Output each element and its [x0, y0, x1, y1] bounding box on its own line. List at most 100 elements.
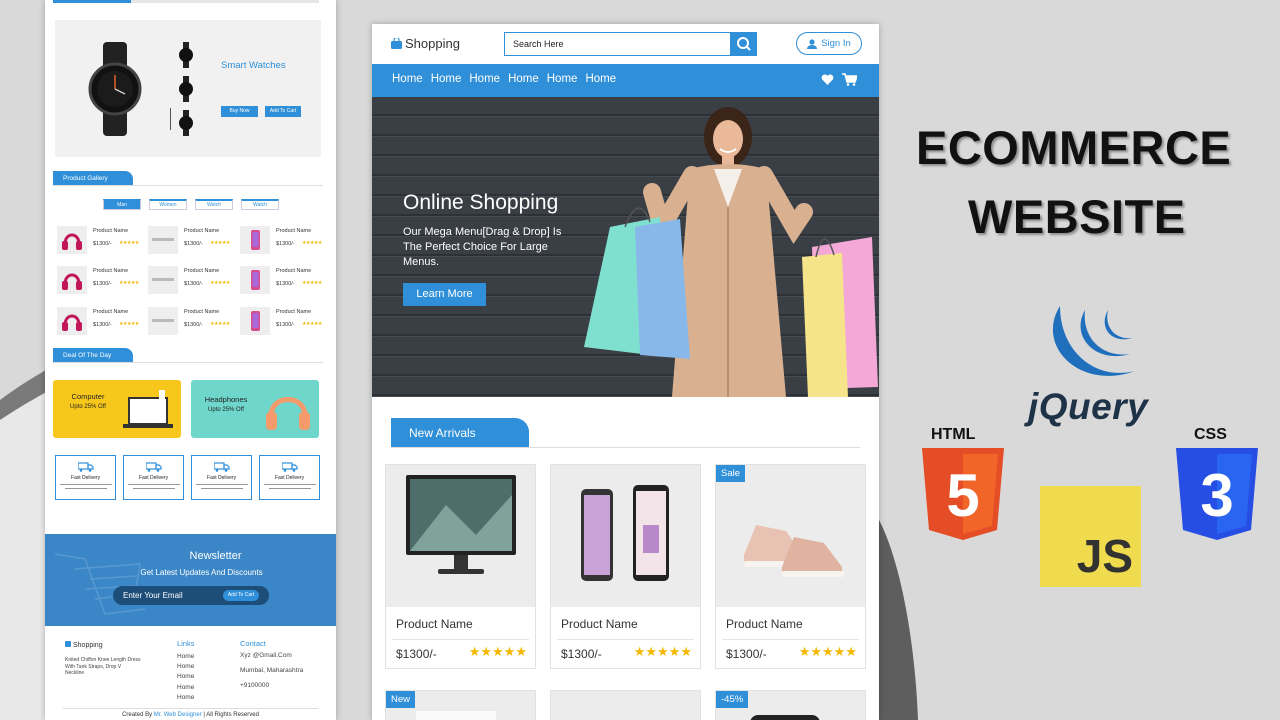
new-arrivals-tag: New Arrivals [391, 418, 529, 448]
product-card[interactable] [550, 690, 701, 720]
feature-box: Fast Delivery [191, 455, 252, 500]
headphones-icon [266, 397, 310, 430]
footer-link[interactable]: Home [177, 694, 194, 701]
product-name: Product Name [93, 228, 129, 234]
newsletter-section: Newsletter Get Latest Updates And Discou… [45, 534, 336, 626]
footer-contact-title: Contact [240, 639, 266, 648]
top-progress-line [53, 0, 319, 3]
truck-icon [214, 462, 230, 472]
tab-watch[interactable]: Watch [195, 199, 233, 210]
product-name: Product Name [276, 268, 312, 274]
deal-card-computer[interactable]: Computer Upto 25% Off [53, 380, 181, 438]
contact-email: Xyz @Gmail.Com [240, 652, 292, 659]
rating-stars: ★★★★★ [468, 645, 527, 660]
product-thumb [148, 307, 178, 335]
feature-description [264, 484, 316, 494]
nav-item-home[interactable]: Home [431, 73, 462, 85]
product-image [416, 711, 496, 720]
nav-item-home[interactable]: Home [469, 73, 500, 85]
rating-stars: ★★★★★ [119, 321, 139, 327]
css-label: CSS [1194, 426, 1227, 443]
footer-links-title: Links [177, 639, 195, 648]
product-price: $1300/- [276, 281, 295, 287]
product-image [551, 465, 700, 607]
hero-banner: Online Shopping Our Mega Menu[Drag & Dro… [372, 97, 879, 397]
nav-item-home[interactable]: Home [392, 73, 423, 85]
footer-description: Knited Chiffon Knee Length Dress With Ta… [65, 657, 141, 676]
search-button[interactable] [731, 32, 757, 56]
credit-name[interactable]: Mr. Web Designer [154, 712, 202, 718]
footer-logo: Shopping [65, 641, 103, 649]
user-icon [807, 38, 818, 49]
add-to-cart-button[interactable]: Add To Cart [265, 106, 301, 117]
discount-badge: -45% [716, 691, 749, 708]
site-logo[interactable]: Shopping [391, 36, 460, 51]
html5-icon: 5 [922, 448, 1004, 540]
shopping-woman-image [584, 107, 878, 397]
footer-credit: Created By Mr. Web Designer | All Rights… [122, 712, 259, 718]
gallery-item[interactable]: Product Name $1300/- ★★★★★ [240, 307, 328, 337]
product-card[interactable]: Product Name $1300/- ★★★★★ [550, 464, 701, 669]
product-price: $1300/- [184, 281, 203, 287]
rating-stars: ★★★★★ [210, 280, 230, 286]
nav-item-home[interactable]: Home [547, 73, 578, 85]
nav-item-home[interactable]: Home [508, 73, 539, 85]
watch-thumb [179, 76, 193, 102]
newsletter-email-input[interactable]: Enter Your Email Add To Cart [113, 586, 269, 605]
product-card[interactable]: Sale Product Name $1300/- ★★★★★ [715, 464, 866, 669]
buy-now-button[interactable]: Buy Now [221, 106, 258, 117]
new-badge: New [386, 691, 416, 708]
product-card[interactable]: Product Name $1300/- ★★★★★ [385, 464, 536, 669]
product-price: $1300/- [93, 281, 112, 287]
footer-link[interactable]: Home [177, 673, 194, 680]
gallery-item[interactable]: Product Name $1300/- ★★★★★ [148, 307, 236, 337]
product-price: $1300/- [276, 241, 295, 247]
product-price: $1300/- [726, 647, 767, 661]
product-name: Product Name [561, 617, 638, 631]
card-divider [557, 639, 694, 640]
smart-watch-banner: Smart Watches Buy Now Add To Cart [55, 20, 321, 157]
gallery-item[interactable]: Product Name $1300/- ★★★★★ [240, 226, 328, 256]
product-image [750, 715, 820, 720]
learn-more-button[interactable]: Learn More [403, 283, 486, 306]
tab-women[interactable]: Women [149, 199, 187, 210]
product-card[interactable]: -45% [715, 690, 866, 720]
watch-image [88, 42, 142, 136]
jquery-logo-text: jQuery [1028, 386, 1149, 427]
gallery-item[interactable]: Product Name $1300/- ★★★★★ [57, 266, 145, 296]
html-label: HTML [931, 426, 976, 443]
cart-icon[interactable] [842, 73, 857, 86]
gallery-item[interactable]: Product Name $1300/- ★★★★★ [57, 307, 145, 337]
card-divider [392, 639, 529, 640]
nav-item-home[interactable]: Home [585, 73, 616, 85]
section-divider [53, 185, 323, 186]
gallery-item[interactable]: Product Name $1300/- ★★★★★ [240, 266, 328, 296]
headline-website: WEBSITE [968, 190, 1186, 243]
product-gallery-tag: Product Gallery [53, 171, 133, 186]
footer-link[interactable]: Home [177, 653, 194, 660]
product-price: $1300/- [93, 241, 112, 247]
feature-box: Fast Delivery [259, 455, 320, 500]
product-name: Product Name [276, 309, 312, 315]
search-input[interactable]: Search Here [504, 32, 731, 56]
headline-ecommerce: ECOMMERCE [916, 121, 1232, 174]
newsletter-submit-button[interactable]: Add To Cart [223, 590, 259, 601]
product-name: Product Name [93, 268, 129, 274]
footer-link[interactable]: Home [177, 663, 194, 670]
tab-watch[interactable]: Watch [241, 199, 279, 210]
product-card[interactable]: New [385, 690, 536, 720]
main-nav: Home Home Home Home Home Home [372, 64, 879, 97]
rating-stars: ★★★★★ [119, 280, 139, 286]
tab-man[interactable]: Man [103, 199, 141, 210]
deal-card-headphones[interactable]: Headphones Upto 25% Off [191, 380, 319, 438]
gallery-item[interactable]: Product Name $1300/- ★★★★★ [148, 266, 236, 296]
rating-stars: ★★★★★ [302, 321, 322, 327]
heart-icon[interactable] [821, 73, 834, 86]
sign-in-button[interactable]: Sign In [796, 32, 862, 55]
gallery-item[interactable]: Product Name $1300/- ★★★★★ [148, 226, 236, 256]
newsletter-title: Newsletter [189, 550, 242, 562]
footer-link[interactable]: Home [177, 684, 194, 691]
feature-box: Fast Delivery [123, 455, 184, 500]
product-thumb [240, 307, 270, 335]
gallery-item[interactable]: Product Name $1300/- ★★★★★ [57, 226, 145, 256]
